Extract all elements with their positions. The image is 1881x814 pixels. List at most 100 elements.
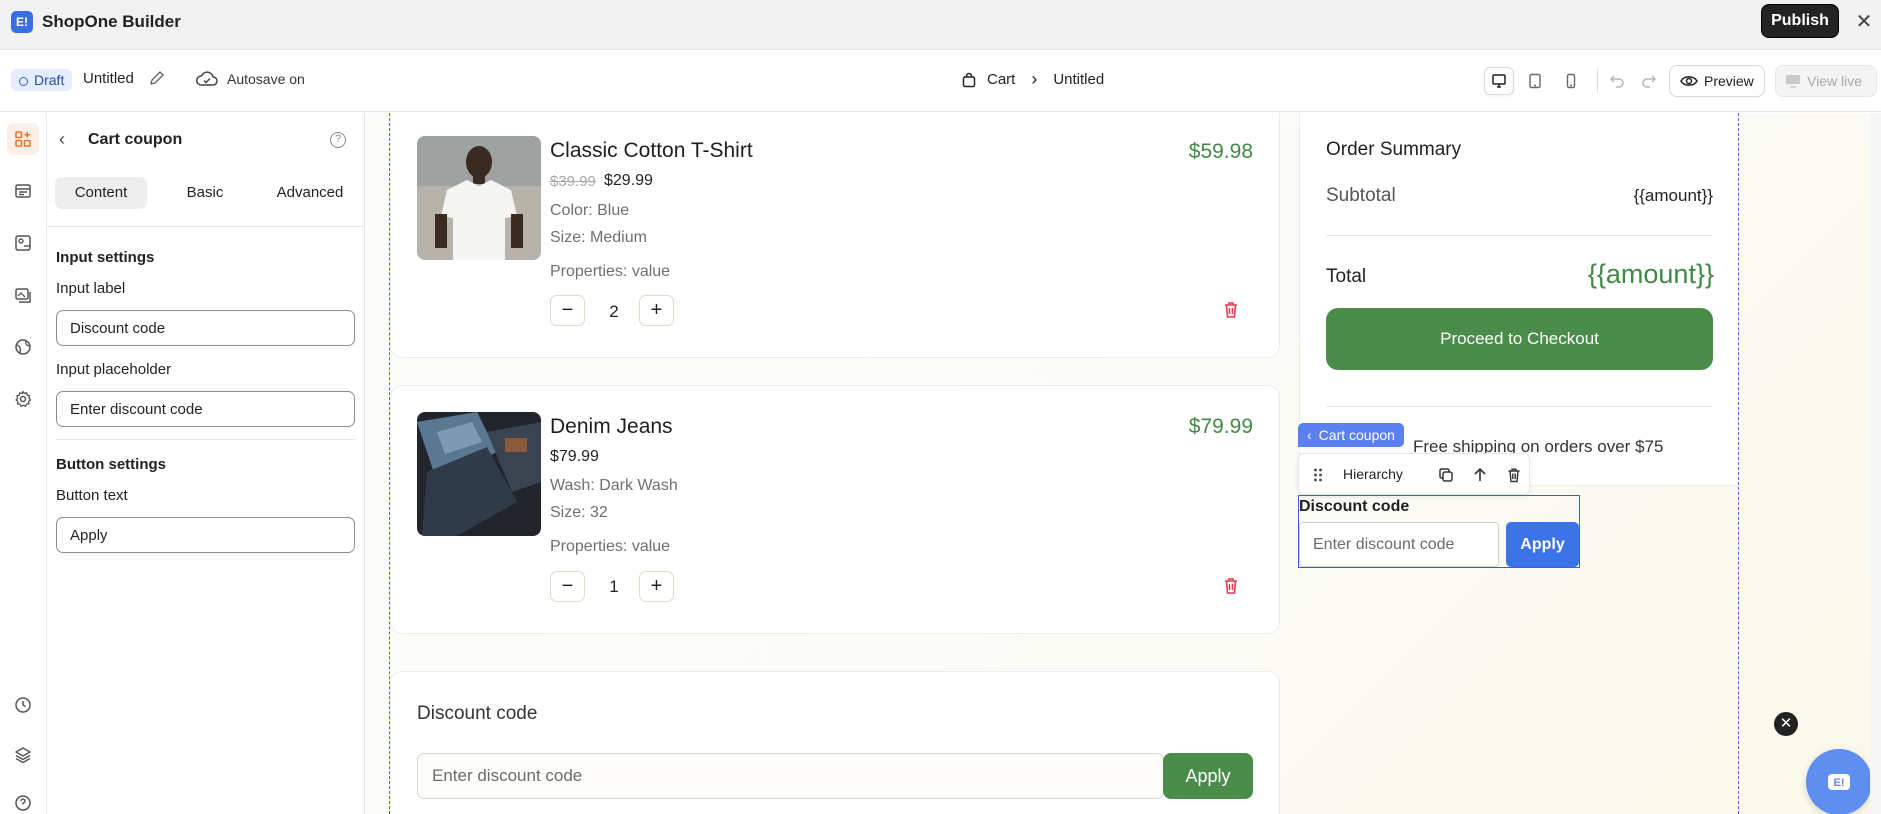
input-placeholder-label: Input placeholder (56, 361, 172, 378)
move-up-icon[interactable] (1469, 464, 1491, 486)
layers-icon[interactable] (7, 739, 39, 771)
pencil-icon[interactable] (148, 69, 166, 87)
publish-button[interactable]: Publish (1761, 4, 1839, 38)
coupon-code-input[interactable] (1299, 522, 1499, 567)
button-text-field[interactable] (56, 517, 355, 553)
tab-advanced[interactable]: Advanced (263, 177, 357, 209)
button-text-label: Button text (56, 487, 128, 504)
top-bar: E! ShopOne Builder Publish ✕ (0, 0, 1881, 50)
subtotal-label: Subtotal (1326, 185, 1396, 206)
discount-title: Discount code (417, 703, 538, 724)
chevron-left-icon: ‹ (1307, 427, 1312, 443)
globe-icon[interactable] (7, 331, 39, 363)
chat-logo-icon: E! (1828, 774, 1850, 790)
input-settings-heading: Input settings (56, 249, 155, 266)
document-name[interactable]: Untitled (83, 70, 134, 87)
preview-label: Preview (1704, 73, 1754, 89)
sections-icon[interactable] (7, 175, 39, 207)
status-badge: Draft (11, 69, 73, 91)
preview-button[interactable]: Preview (1669, 65, 1765, 97)
tablet-view-button[interactable] (1520, 67, 1550, 95)
breadcrumb-item-page: Untitled (1053, 71, 1105, 88)
panel-divider (47, 226, 365, 227)
autosave-status: Autosave on (227, 71, 305, 87)
coupon-label: Discount code (1299, 498, 1410, 515)
item-price: $79.99 (550, 448, 599, 465)
decrement-button[interactable]: − (550, 571, 585, 602)
back-chevron-icon[interactable]: ‹ (59, 130, 75, 148)
item-name[interactable]: Classic Cotton T-Shirt (550, 139, 753, 163)
desktop-icon (1492, 74, 1506, 88)
help-circle-icon[interactable]: ? (330, 132, 346, 148)
increment-button[interactable]: + (639, 571, 674, 602)
status-badge-label: Draft (34, 72, 65, 88)
history-icon[interactable] (7, 689, 39, 721)
tab-basic[interactable]: Basic (159, 177, 251, 209)
item-variant-size: Size: Medium (550, 229, 647, 246)
input-label-field[interactable] (56, 310, 355, 346)
help-icon[interactable] (7, 787, 39, 814)
breadcrumb: Cart › Untitled (961, 69, 1104, 90)
monitor-icon (1786, 75, 1800, 88)
discount-apply-button[interactable]: Apply (1163, 753, 1253, 799)
item-variant-wash: Wash: Dark Wash (550, 477, 678, 494)
coupon-apply-button[interactable]: Apply (1506, 522, 1579, 567)
templates-icon[interactable] (7, 227, 39, 259)
trash-icon[interactable] (1221, 300, 1241, 320)
element-toolbar: Hierarchy (1298, 453, 1530, 495)
selected-element-tag[interactable]: ‹ Cart coupon (1298, 423, 1404, 447)
view-live-button[interactable]: View live (1775, 65, 1877, 97)
summary-divider (1326, 235, 1713, 236)
mobile-icon (1566, 73, 1576, 89)
undo-icon[interactable] (1606, 70, 1628, 92)
settings-icon[interactable] (7, 383, 39, 415)
proceed-to-checkout-button[interactable]: Proceed to Checkout (1326, 308, 1713, 370)
increment-button[interactable]: + (639, 295, 674, 326)
close-chat-icon[interactable]: ✕ (1774, 712, 1798, 736)
total-label: Total (1326, 266, 1367, 287)
decrement-button[interactable]: − (550, 295, 585, 326)
app-logo: E! (11, 11, 33, 33)
order-summary-title: Order Summary (1326, 139, 1462, 160)
item-name[interactable]: Denim Jeans (550, 415, 673, 439)
selected-element-label: Cart coupon (1318, 427, 1395, 443)
media-icon[interactable] (7, 279, 39, 311)
section-divider (56, 439, 355, 440)
canvas-scrollbar[interactable] (1870, 113, 1881, 814)
duplicate-icon[interactable] (1435, 464, 1457, 486)
chevron-right-icon: › (1031, 69, 1038, 89)
total-value: {{amount}} (1587, 259, 1714, 289)
quantity-value: 2 (609, 302, 619, 321)
settings-panel: ‹ Cart coupon ? Content Basic Advanced I… (47, 113, 365, 814)
item-properties: Properties: value (550, 538, 671, 555)
desktop-view-button[interactable] (1484, 67, 1514, 95)
item-properties: Properties: value (550, 263, 671, 280)
redo-icon[interactable] (1638, 70, 1660, 92)
summary-divider (1326, 406, 1713, 407)
hierarchy-button[interactable]: Hierarchy (1343, 466, 1403, 482)
item-variant-size: Size: 32 (550, 504, 608, 521)
tab-content[interactable]: Content (55, 177, 147, 209)
input-placeholder-field[interactable] (56, 391, 355, 427)
chat-launcher-button[interactable]: E! (1806, 749, 1872, 814)
add-elements-icon[interactable] (7, 123, 39, 155)
trash-icon[interactable] (1221, 576, 1241, 596)
close-icon[interactable]: ✕ (1852, 10, 1876, 34)
drag-handle-icon[interactable] (1307, 464, 1329, 486)
toolbar-divider (1597, 69, 1598, 93)
editor-toolbar: Draft Untitled Autosave on Cart › Untitl… (0, 50, 1881, 112)
panel-tabs: Content Basic Advanced (55, 177, 357, 209)
discount-code-input[interactable] (417, 753, 1164, 799)
cloud-check-icon (196, 71, 218, 86)
tablet-icon (1529, 73, 1541, 89)
app-title: ShopOne Builder (42, 12, 181, 31)
page-canvas: Classic Cotton T-Shirt $59.98 $39.99 $29… (366, 113, 1881, 814)
canvas-guide-right (1738, 113, 1739, 814)
mobile-view-button[interactable] (1556, 67, 1586, 95)
tshirt-product-image (417, 136, 541, 260)
breadcrumb-item-cart[interactable]: Cart (987, 71, 1015, 88)
delete-icon[interactable] (1503, 464, 1525, 486)
button-settings-heading: Button settings (56, 456, 166, 473)
svg-text:E!: E! (1834, 777, 1845, 789)
left-rail (0, 113, 47, 814)
